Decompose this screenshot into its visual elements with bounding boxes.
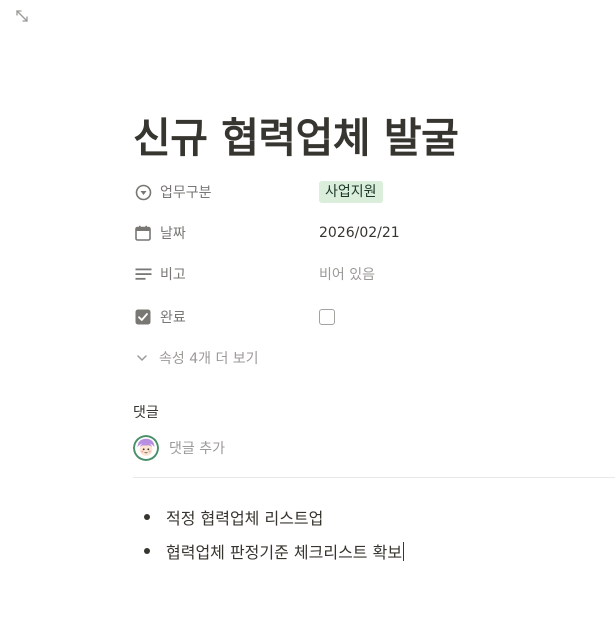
property-name-notes[interactable]: 비고: [133, 264, 319, 284]
property-value-notes[interactable]: 비어 있음: [319, 264, 375, 284]
property-label: 날짜: [160, 226, 186, 242]
property-value-done[interactable]: [319, 309, 335, 325]
property-row-date: 날짜 2026/02/21: [133, 216, 615, 250]
property-label: 업무구분: [160, 185, 212, 201]
done-checkbox[interactable]: [319, 309, 335, 325]
page-title[interactable]: 신규 협력업체 발굴: [133, 110, 459, 166]
divider: [133, 477, 615, 478]
property-row-done: 완료: [133, 300, 615, 334]
text-caret: [403, 541, 405, 561]
bullet-dot: [144, 514, 150, 520]
show-more-properties-button[interactable]: 속성 4개 더 보기: [133, 345, 259, 371]
property-row-category: 업무구분 사업지원: [133, 175, 615, 209]
list-item-text: 협력업체 판정기준 체크리스트 확보: [166, 543, 403, 562]
bullet-dot: [144, 548, 150, 554]
property-name-category[interactable]: 업무구분: [133, 182, 319, 202]
text-lines-icon: [134, 265, 152, 283]
property-name-done[interactable]: 완료: [133, 307, 319, 327]
status-tag: 사업지원: [319, 181, 383, 203]
add-comment-placeholder: 댓글 추가: [169, 441, 225, 457]
bullet-list: 적정 협력업체 리스트업 협력업체 판정기준 체크리스트 확보: [133, 500, 405, 568]
property-label: 비고: [160, 267, 186, 283]
property-name-date[interactable]: 날짜: [133, 223, 319, 243]
show-more-label: 속성 4개 더 보기: [159, 351, 259, 367]
expand-icon[interactable]: [12, 6, 32, 26]
checkbox-icon: [134, 308, 152, 326]
property-value-date[interactable]: 2026/02/21: [319, 225, 400, 241]
list-item[interactable]: 협력업체 판정기준 체크리스트 확보: [133, 534, 405, 568]
calendar-icon: [134, 224, 152, 242]
list-item-text: 적정 협력업체 리스트업: [166, 509, 324, 528]
list-item[interactable]: 적정 협력업체 리스트업: [133, 500, 404, 534]
avatar: [133, 435, 159, 461]
add-comment-input[interactable]: 댓글 추가: [133, 435, 225, 461]
chevron-down-icon: [135, 351, 149, 365]
property-value-category[interactable]: 사업지원: [319, 181, 383, 203]
select-icon: [134, 183, 152, 201]
property-label: 완료: [160, 310, 186, 326]
property-row-notes: 비고 비어 있음: [133, 257, 615, 291]
comments-heading: 댓글: [133, 405, 159, 421]
